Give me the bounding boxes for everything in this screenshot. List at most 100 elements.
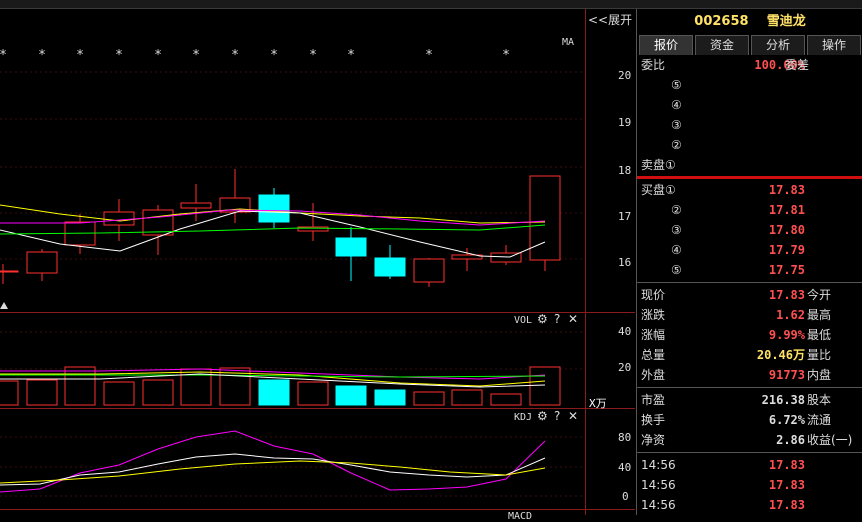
stock-code: 002658 <box>694 14 749 29</box>
buy-row: 买盘① 17.83 <box>637 180 862 200</box>
stat2-row: 换手 6.72% 流通 <box>637 410 862 430</box>
stat2-value: 2.86 <box>776 433 805 447</box>
stat-label-right: 今开 <box>807 288 832 302</box>
vol-tick-40: 40 <box>618 325 632 338</box>
kdj-close-icon[interactable]: ✕ <box>568 409 578 423</box>
stat2-label: 净资 <box>641 433 666 447</box>
volume-bar <box>142 379 174 406</box>
stats2-block: 市盈 216.38 股本换手 6.72% 流通净资 2.86 收益(一) <box>637 390 862 450</box>
vol-help-icon[interactable]: ? <box>554 312 560 326</box>
stat2-label-right: 流通 <box>807 413 832 427</box>
buy-index: ④ <box>671 243 682 257</box>
triangle-marker <box>0 302 8 309</box>
kdj-help-icon[interactable]: ? <box>554 409 560 423</box>
buy-index: ⑤ <box>671 263 682 277</box>
price-tick-17: 17 <box>618 210 632 223</box>
star-marker: * <box>425 48 433 63</box>
weibi-label: 委比 <box>641 58 666 72</box>
chart-area[interactable]: <<展开 ************ MA 20 19 18 17 16 VOL … <box>0 9 635 522</box>
stock-name: 雪迪龙 <box>766 14 806 29</box>
tick-row: 14:56 17.83 <box>637 455 862 475</box>
vol-tick-20: 20 <box>618 361 632 374</box>
stat-label: 涨幅 <box>641 328 666 342</box>
stat-label-right: 最低 <box>807 328 832 342</box>
stat2-value: 216.38 <box>761 393 805 407</box>
buy-index: ③ <box>671 223 682 237</box>
volume-bar <box>297 381 329 406</box>
tab-funds[interactable]: 资金 <box>695 35 749 55</box>
volume-bar <box>103 381 135 406</box>
stat2-label-right: 股本 <box>807 393 832 407</box>
tick-price: 17.83 <box>768 458 805 472</box>
price-tick-18: 18 <box>618 164 632 177</box>
sell-index-1: 卖盘① <box>641 158 676 172</box>
sell-index-3: ③ <box>671 118 682 132</box>
tick-row: 14:56 17.83 <box>637 475 862 495</box>
vol-gear-icon[interactable]: ⚙ <box>537 312 548 326</box>
bid-ask-divider <box>637 176 862 179</box>
divider <box>637 282 862 283</box>
kdj-tick-80: 80 <box>618 431 632 444</box>
sell-index-4: ④ <box>671 98 682 112</box>
volume-bar <box>374 389 406 406</box>
stat-label: 涨跌 <box>641 308 666 322</box>
star-marker: * <box>270 48 278 63</box>
stat2-label: 市盈 <box>641 393 666 407</box>
star-marker: * <box>154 48 162 63</box>
star-marker: * <box>76 48 84 63</box>
candle-body <box>26 251 58 274</box>
kdj-tick-40: 40 <box>618 461 632 474</box>
candle-body <box>258 194 290 223</box>
star-marker: * <box>347 48 355 63</box>
weibi-row: 委比 100.00% 委差 <box>637 55 862 75</box>
quote-tabs: 报价 资金 分析 操作 <box>639 35 862 55</box>
star-marker: * <box>0 48 7 63</box>
kdj-gear-icon[interactable]: ⚙ <box>537 409 548 423</box>
star-marker: * <box>502 48 510 63</box>
buy-price: 17.79 <box>768 243 805 257</box>
buy-index: ② <box>671 203 682 217</box>
volume-bar <box>0 380 19 406</box>
tick-price: 17.83 <box>768 498 805 512</box>
sell-row-5: ⑤ <box>637 75 862 95</box>
price-tick-19: 19 <box>618 116 632 129</box>
buy-index: 买盘① <box>641 183 676 197</box>
buy-price: 17.83 <box>768 183 805 197</box>
kdj-label: KDJ <box>514 412 533 423</box>
divider <box>637 387 862 388</box>
volume-bar <box>26 379 58 406</box>
tick-time: 14:56 <box>641 478 676 492</box>
buy-row: ③ 17.80 <box>637 220 862 240</box>
stat-value: 91773 <box>768 368 805 382</box>
volume-bar <box>335 385 367 406</box>
stats-block: 现价 17.83 今开 涨跌 1.62 最高 涨幅 9.99% 最低 总量 20.46万 量比 外盘 91… <box>637 285 862 385</box>
price-tick-20: 20 <box>618 69 632 82</box>
stat-value: 20.46万 <box>756 348 805 362</box>
candle-body <box>413 258 445 283</box>
tick-row: 14:56 17.83 <box>637 495 862 515</box>
kline-chart[interactable]: * * * * * * * * * * * * <box>0 9 635 515</box>
stat-row: 现价 17.83 今开 <box>637 285 862 305</box>
tab-operation[interactable]: 操作 <box>807 35 861 55</box>
stat2-label-right: 收益(一) <box>807 433 853 447</box>
stat-label-right: 最高 <box>807 308 832 322</box>
tab-analysis[interactable]: 分析 <box>751 35 805 55</box>
tab-quote[interactable]: 报价 <box>639 35 693 55</box>
kdj-j-line <box>0 430 546 493</box>
sell-row-2: ② <box>637 135 862 155</box>
kdj-tick-0: 0 <box>622 490 629 503</box>
volume-bar <box>413 391 445 406</box>
buy-rows: 买盘① 17.83 ② 17.81 ③ 17.80 ④ 17.79 ⑤ 17.75 <box>637 180 862 280</box>
star-marker: * <box>231 48 239 63</box>
candle-body <box>0 270 19 273</box>
stat-row: 涨跌 1.62 最高 <box>637 305 862 325</box>
candle-body <box>374 257 406 277</box>
stat-label-right: 内盘 <box>807 368 832 382</box>
vol-close-icon[interactable]: ✕ <box>568 312 578 326</box>
divider <box>637 452 862 453</box>
stat-label: 外盘 <box>641 368 666 382</box>
volume-bar <box>258 379 290 406</box>
sell-row-3: ③ <box>637 115 862 135</box>
stat-value: 1.62 <box>776 308 805 322</box>
tick-list: 14:56 17.83 14:56 17.83 14:56 17.83 <box>637 455 862 515</box>
